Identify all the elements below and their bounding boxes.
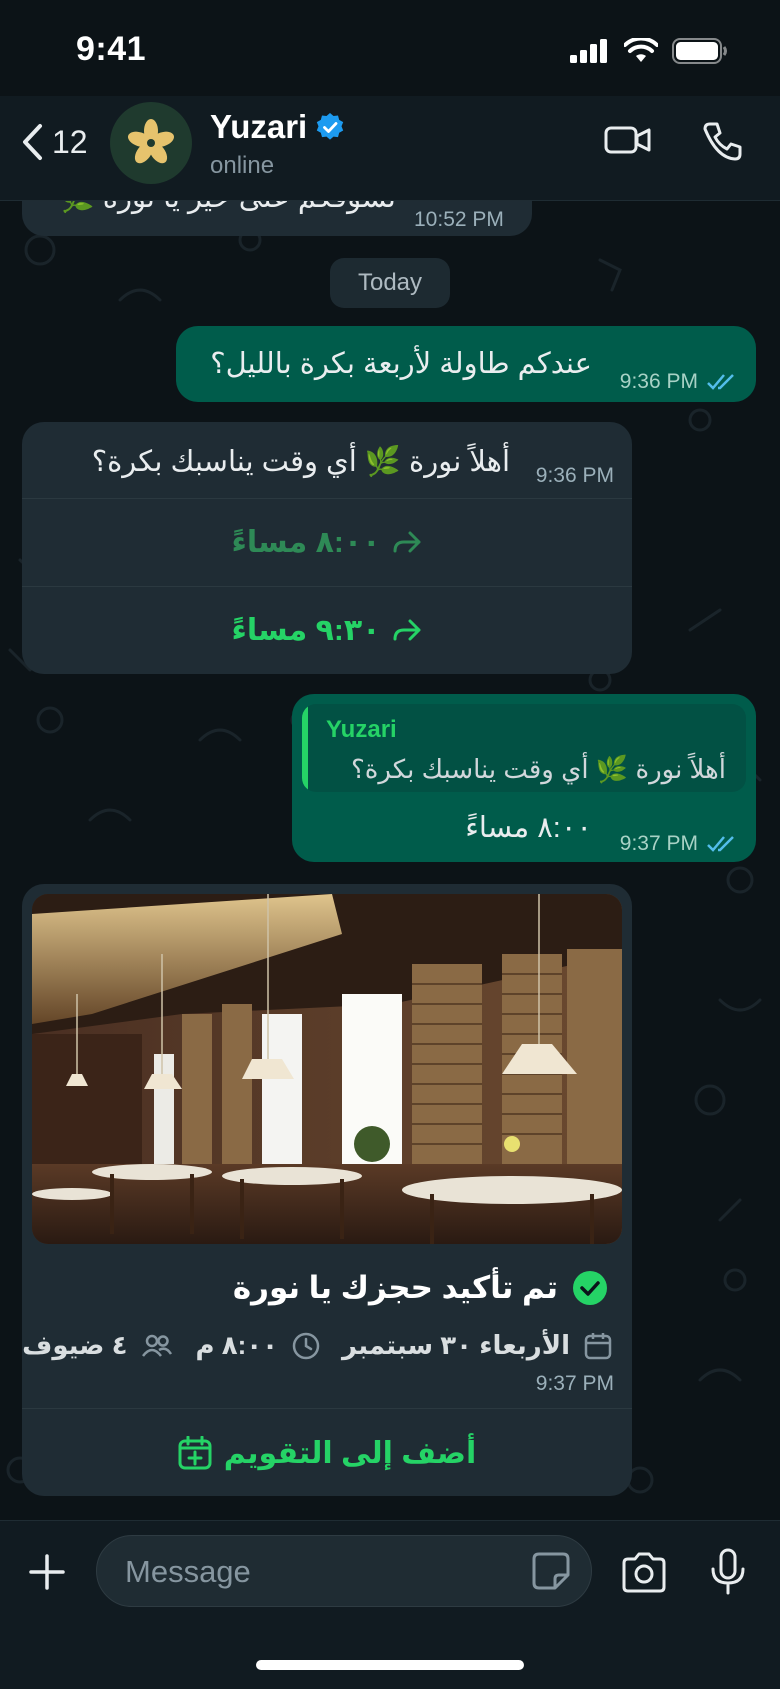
reply-arrow-icon (393, 619, 421, 640)
add-to-calendar-label: أضف إلى التقويم (223, 1436, 477, 1470)
guests-icon (142, 1334, 173, 1357)
quote-text: أهلاً نورة 🌿 أي وقت يناسبك بكرة؟ (350, 754, 726, 784)
clock-icon (292, 1332, 320, 1359)
reply-arrow-icon (393, 531, 421, 552)
confirmation-title: تم تأكيد حجزك يا نورة (232, 1270, 558, 1305)
cellular-signal-icon (570, 39, 607, 63)
quick-reply-button[interactable]: ٩:٣٠ مساءً (22, 586, 632, 674)
status-icons (570, 38, 728, 64)
reservation-guests: ٤ ضيوف (22, 1330, 128, 1360)
calendar-add-icon (178, 1436, 212, 1470)
battery-icon (672, 38, 727, 64)
home-indicator (256, 1660, 524, 1670)
reservation-time: ٨:٠٠ م (195, 1330, 279, 1360)
restaurant-photo[interactable] (32, 894, 622, 1244)
add-to-calendar-button[interactable]: أضف إلى التقويم (22, 1408, 632, 1497)
voice-call-button[interactable] (700, 120, 744, 169)
quote-accent-bar (302, 704, 308, 792)
message-time: 10:52 PM (414, 208, 504, 231)
confirmation-heading: تم تأكيد حجزك يا نورة (233, 1270, 608, 1306)
message-bubble-incoming: أهلاً نورة 🌿 أي وقت يناسبك بكرة؟ 9:36 PM… (22, 422, 632, 674)
restaurant-interior-image (32, 894, 622, 1244)
unread-count: 12 (52, 123, 88, 160)
message-bubble-outgoing[interactable]: Yuzari أهلاً نورة 🌿 أي وقت يناسبك بكرة؟ … (292, 694, 756, 862)
message-time: 9:36 PM (619, 370, 698, 393)
message-time: 9:37 PM (619, 832, 698, 855)
quick-reply-label: ٨:٠٠ مساءً (231, 526, 381, 559)
verified-badge-icon (317, 113, 344, 140)
chat-header: 12 Yuzari online (0, 96, 780, 201)
flower-logo-icon (127, 119, 175, 164)
calendar-icon (584, 1332, 612, 1359)
message-time: 9:36 PM (535, 464, 614, 487)
day-separator: Today (330, 258, 450, 308)
message-text: ٨:٠٠ مساءً (465, 812, 592, 844)
message-text: أهلاً نورة 🌿 أي وقت يناسبك بكرة؟ (91, 446, 510, 478)
message-meta: 9:36 PM (620, 370, 738, 394)
wifi-icon (624, 38, 658, 62)
sticker-icon[interactable] (531, 1551, 571, 1591)
read-receipt-icon (707, 836, 734, 852)
avatar[interactable] (110, 102, 192, 184)
reservation-card: تم تأكيد حجزك يا نورة الأربعاء ٣٠ سبتمبر… (22, 884, 632, 1496)
message-time: 9:37 PM (535, 1372, 614, 1395)
microphone-icon[interactable] (708, 1547, 748, 1597)
message-meta: 9:37 PM (620, 832, 738, 856)
read-receipt-icon (707, 374, 734, 390)
reservation-details: الأربعاء ٣٠ سبتمبر ٨:٠٠ م ٤ ضيوف (22, 1330, 612, 1361)
contact-name: Yuzari (210, 108, 308, 145)
status-time: 9:41 (76, 30, 147, 68)
status-bar: 9:41 (0, 0, 780, 96)
contact-info[interactable]: Yuzari online (210, 108, 345, 180)
quote-author: Yuzari (326, 716, 397, 743)
message-input[interactable]: Message (96, 1535, 592, 1607)
message-text: عندكم طاولة لأربعة بكرة بالليل؟ (210, 348, 592, 380)
video-call-button[interactable] (604, 122, 652, 163)
quoted-message[interactable]: Yuzari أهلاً نورة 🌿 أي وقت يناسبك بكرة؟ (302, 704, 746, 792)
quick-reply-button[interactable]: ٨:٠٠ مساءً (22, 498, 632, 586)
contact-status: online (210, 152, 275, 179)
video-camera-icon (604, 126, 651, 154)
phone-icon (703, 122, 742, 161)
plus-icon[interactable] (28, 1553, 66, 1591)
quick-reply-label: ٩:٣٠ مساءً (231, 614, 381, 647)
chevron-left-icon (23, 124, 42, 160)
message-bubble-outgoing[interactable]: عندكم طاولة لأربعة بكرة بالليل؟ 9:36 PM (176, 326, 756, 402)
camera-icon[interactable] (620, 1551, 668, 1593)
back-button[interactable]: 12 (20, 122, 88, 162)
reservation-date: الأربعاء ٣٠ سبتمبر (342, 1330, 570, 1360)
check-circle-icon (573, 1271, 607, 1305)
message-placeholder: Message (125, 1554, 251, 1589)
